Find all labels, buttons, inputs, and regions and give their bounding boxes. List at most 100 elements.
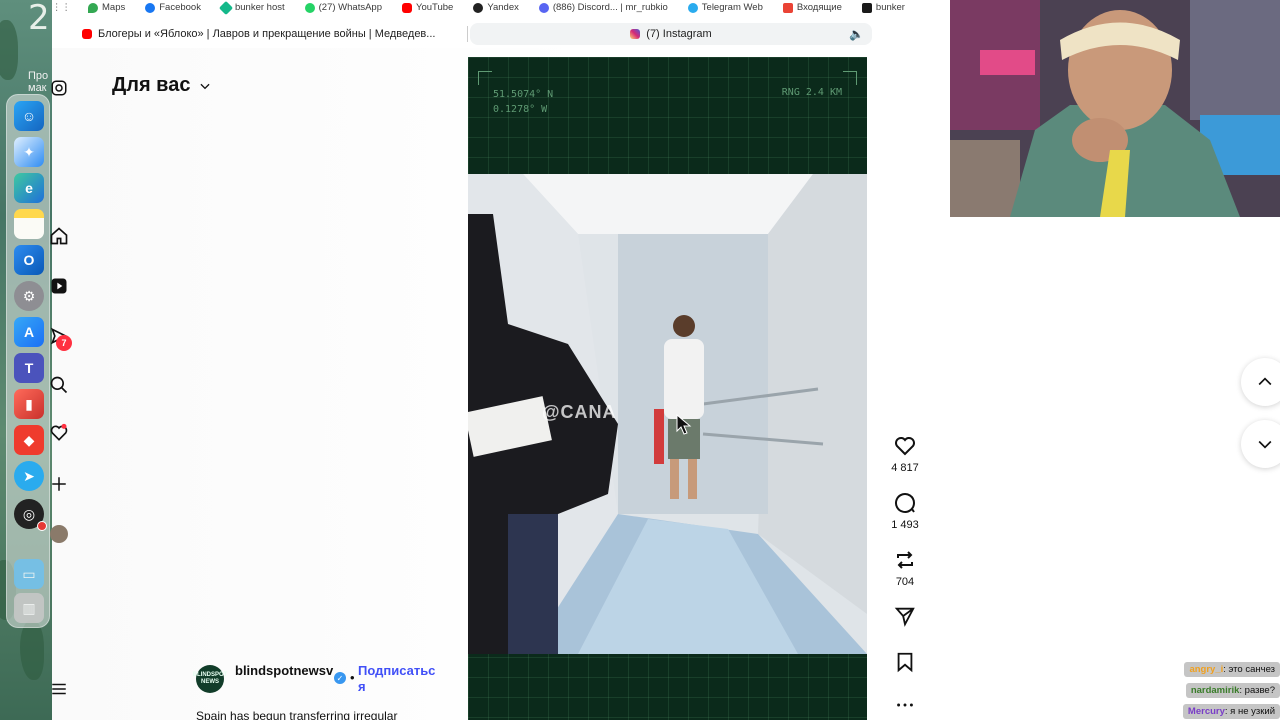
youtube-icon	[402, 2, 412, 13]
folder-icon[interactable]: ▭	[14, 559, 44, 589]
home-icon[interactable]	[48, 225, 70, 247]
save-button[interactable]	[890, 651, 920, 673]
create-plus-icon[interactable]	[48, 473, 70, 495]
menu-icon[interactable]	[48, 678, 70, 700]
chat-username: Mercury	[1187, 706, 1225, 717]
bookmark-maps[interactable]: Maps	[88, 2, 125, 13]
comment-count: 1 493	[891, 519, 919, 531]
repost-count: 704	[895, 576, 915, 588]
hud-corner	[478, 71, 492, 85]
verified-badge-icon: ✓	[334, 672, 346, 684]
bookmark-icon	[897, 652, 913, 673]
bookmark-facebook[interactable]: Facebook	[145, 2, 201, 13]
chat-message: nardamirik: разве?	[1140, 681, 1280, 700]
reel-video[interactable]: 51.5074° N 0.1278° W RNG 2.4 KM @CANA	[468, 57, 867, 720]
send-icon	[894, 607, 915, 627]
chat-pill: nardamirik: разве?	[1185, 683, 1280, 698]
like-count: 4 817	[891, 462, 919, 474]
account-username[interactable]: blindspotnewsv	[235, 663, 335, 679]
reels-icon[interactable]	[48, 275, 70, 297]
bookmarks-bar: ⋮⋮ Maps Facebook bunker host (27) WhatsA…	[52, 0, 950, 15]
bookmark-bunker-host[interactable]: bunker host	[218, 0, 285, 15]
chat-message: angry_i: это санчез	[1140, 660, 1280, 679]
facebook-icon	[145, 2, 156, 13]
anydesk-icon[interactable]: ◆	[14, 425, 44, 455]
wallpaper-leaf	[0, 20, 18, 80]
tab-instagram[interactable]: (7) Instagram 🔈	[470, 23, 872, 45]
webcam-overlay	[950, 0, 1280, 217]
speaker-icon[interactable]: 🔈	[849, 27, 864, 41]
chevron-up-icon	[1258, 377, 1272, 386]
follow-button[interactable]: Подписаться	[358, 663, 438, 695]
diamond-icon	[218, 0, 234, 15]
feed-selector[interactable]: Для вас	[112, 74, 212, 97]
bookmark-bunker[interactable]: bunker	[861, 2, 905, 13]
chat-username: angry_i	[1189, 664, 1224, 675]
bookmark-label: Входящие	[796, 2, 842, 13]
maps-icon	[88, 2, 98, 13]
heart-icon[interactable]	[48, 422, 70, 444]
trash-icon[interactable]: ▥	[14, 593, 44, 623]
tab-youtube-video[interactable]: Блогеры и «Яблоко» | Лавров и прекращени…	[82, 23, 435, 45]
outlook-icon[interactable]: O	[14, 245, 44, 275]
hud-lat: 51.5074° N	[493, 89, 554, 100]
hud-range: RNG 2.4 KM	[781, 87, 842, 98]
previous-reel-button[interactable]	[1241, 358, 1280, 406]
comment-button[interactable]: 1 493	[890, 491, 920, 531]
bookmark-telegram[interactable]: Telegram Web	[687, 2, 763, 13]
bookmark-label: Maps	[102, 2, 126, 13]
mail-icon	[782, 2, 793, 13]
bookmark-whatsapp[interactable]: (27) WhatsApp	[304, 2, 382, 13]
more-options-button[interactable]	[890, 698, 920, 712]
heart-icon	[895, 437, 915, 456]
streamer-webcam-image	[950, 0, 1280, 217]
bookmark-discord[interactable]: (886) Discord... | mr_rubkio	[538, 2, 668, 13]
repost-button[interactable]: 704	[890, 548, 920, 588]
instagram-icon	[630, 29, 641, 39]
video-watermark: @CANA	[542, 402, 617, 422]
account-avatar[interactable]: BLINDSPOT NEWS	[193, 665, 227, 693]
bookmark-inbox[interactable]: Входящие	[782, 2, 842, 13]
app-store-icon[interactable]: A	[14, 317, 44, 347]
notes-icon[interactable]	[14, 209, 44, 239]
chat-username: nardamirik	[1190, 685, 1240, 696]
chat-text: : разве?	[1239, 685, 1275, 696]
whatsapp-icon	[304, 2, 315, 13]
separator-dot: •	[350, 670, 355, 685]
hud-lon: 0.1278° W	[493, 104, 548, 115]
teams-icon[interactable]: T	[14, 353, 44, 383]
wallpaper-leaf	[20, 620, 44, 680]
more-dots-icon	[897, 703, 913, 707]
share-button[interactable]	[890, 605, 920, 627]
telegram-icon[interactable]: ➤	[14, 461, 44, 491]
chat-pill: Mercury: я не узкий	[1182, 704, 1280, 719]
edge-icon[interactable]: e	[14, 173, 44, 203]
dock: ☺ ✦ e O ⚙ A T ▮ ◆ ➤ ◎ ▭ ▥	[6, 94, 50, 628]
parallels-icon[interactable]: ▮	[14, 389, 44, 419]
instagram-logo-icon[interactable]	[48, 77, 70, 99]
tab-divider	[467, 26, 468, 42]
apps-grid-icon[interactable]: ⋮⋮	[52, 2, 71, 13]
chevron-down-icon	[200, 83, 211, 89]
search-icon[interactable]	[48, 374, 70, 396]
chat-pill: angry_i: это санчез	[1184, 662, 1280, 677]
bookmark-youtube[interactable]: YouTube	[402, 2, 453, 13]
discord-icon	[538, 2, 549, 13]
chevron-down-icon	[1258, 440, 1272, 449]
bookmark-yandex[interactable]: Yandex	[473, 2, 519, 13]
notification-badge: 7	[56, 335, 72, 351]
bookmark-label: Yandex	[487, 2, 519, 13]
bookmark-label: bunker host	[234, 2, 285, 13]
cursor-icon	[676, 414, 692, 435]
tab-bar: Блогеры и «Яблоко» | Лавров и прекращени…	[52, 20, 950, 48]
finder-icon[interactable]: ☺	[14, 101, 44, 131]
next-reel-button[interactable]	[1241, 420, 1280, 468]
tab-title: Блогеры и «Яблоко» | Лавров и прекращени…	[98, 28, 436, 40]
safari-icon[interactable]: ✦	[14, 137, 44, 167]
youtube-icon	[82, 29, 92, 39]
profile-avatar[interactable]	[48, 523, 70, 545]
obs-icon[interactable]: ◎	[14, 499, 47, 531]
hud-coordinates: 51.5074° N 0.1278° W	[493, 87, 553, 117]
settings-gear-icon[interactable]: ⚙	[14, 281, 44, 311]
like-button[interactable]: 4 817	[890, 434, 920, 474]
